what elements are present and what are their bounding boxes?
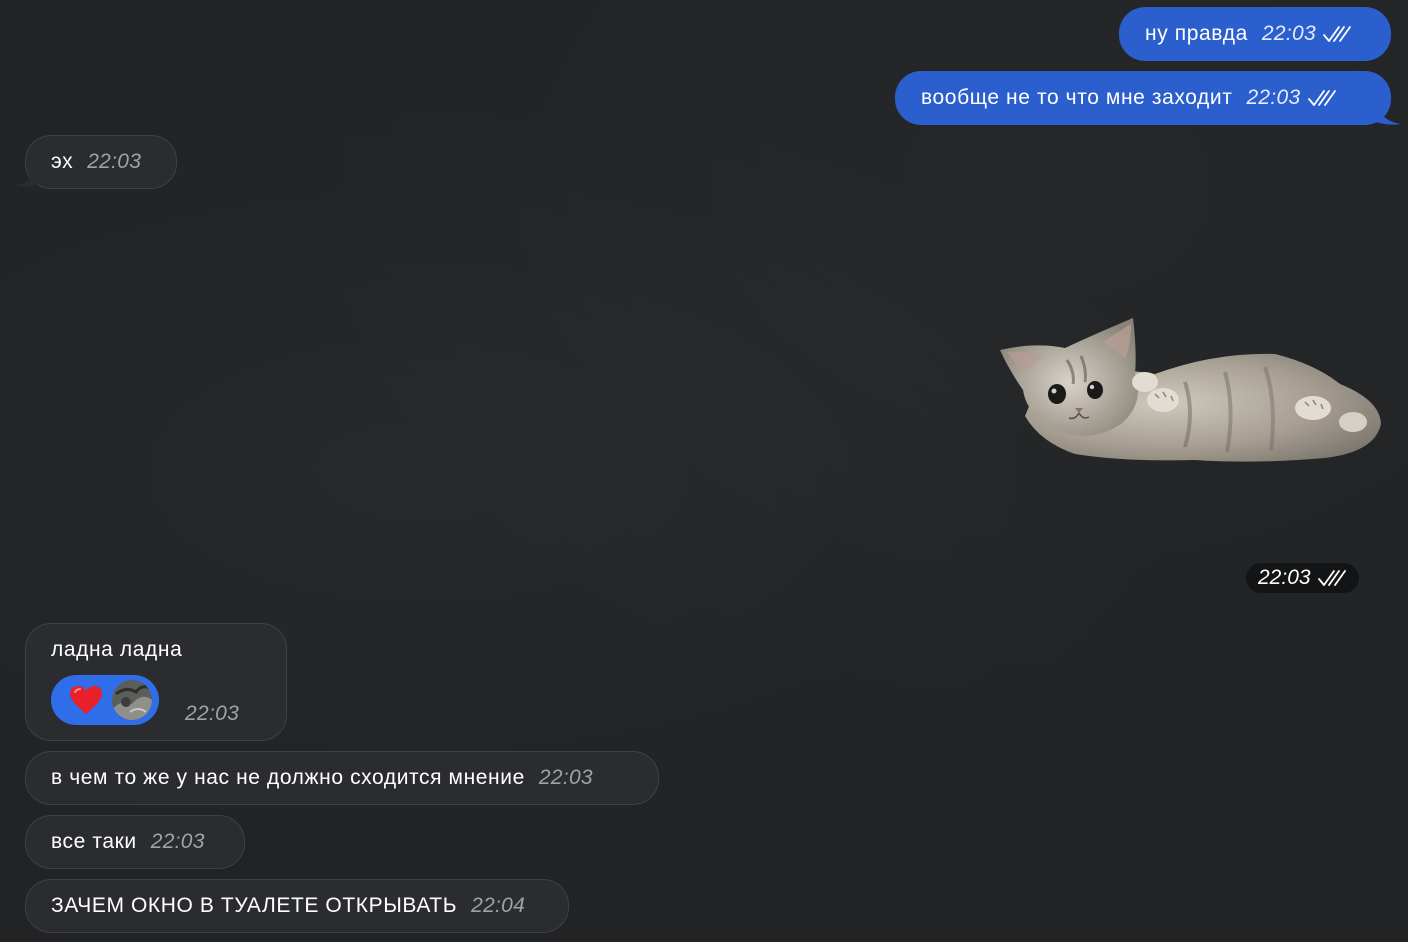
incoming-message[interactable]: эх 22:03: [25, 135, 177, 189]
incoming-message[interactable]: в чем то же у нас не должно сходится мне…: [25, 751, 659, 805]
kitten-sticker[interactable]: [995, 312, 1385, 468]
avatar: [112, 680, 152, 720]
message-time: 22:03: [1258, 566, 1311, 589]
red-heart-icon: [70, 686, 102, 714]
sticker-time-badge: 22:03: [1246, 563, 1359, 593]
bubble-tail: [12, 166, 38, 187]
message-text: ладна ладна: [51, 638, 183, 661]
reaction-pill[interactable]: [51, 675, 159, 725]
incoming-message[interactable]: ЗАЧЕМ ОКНО В ТУАЛЕТЕ ОТКРЫВАТЬ 22:04: [25, 879, 569, 933]
message-text: ну правда: [1145, 22, 1248, 45]
chat-area: ну правда 22:03 вообще не то что мне зах…: [0, 0, 1408, 942]
double-check-icon: [1307, 90, 1336, 106]
bubble-tail: [1376, 104, 1402, 125]
message-text: ЗАЧЕМ ОКНО В ТУАЛЕТЕ ОТКРЫВАТЬ: [51, 894, 458, 917]
outgoing-message[interactable]: ну правда 22:03: [1119, 7, 1391, 61]
message-text: эх: [51, 150, 74, 173]
double-check-icon: [1317, 570, 1346, 586]
message-time: 22:03: [185, 702, 240, 725]
double-check-icon: [1323, 26, 1351, 42]
message-time: 22:03: [1246, 86, 1301, 109]
message-text: в чем то же у нас не должно сходится мне…: [51, 766, 525, 789]
message-text: вообще не то что мне заходит: [921, 86, 1233, 109]
message-time: 22:03: [150, 830, 205, 853]
incoming-message[interactable]: все таки 22:03: [25, 815, 245, 869]
message-text: все таки: [51, 830, 137, 853]
message-time: 22:03: [1261, 22, 1316, 45]
message-time: 22:03: [87, 150, 142, 173]
outgoing-message[interactable]: вообще не то что мне заходит 22:03: [895, 71, 1391, 125]
message-time: 22:04: [471, 894, 526, 917]
message-time: 22:03: [538, 766, 593, 789]
incoming-message[interactable]: ладна ладна 22:03: [25, 623, 287, 741]
